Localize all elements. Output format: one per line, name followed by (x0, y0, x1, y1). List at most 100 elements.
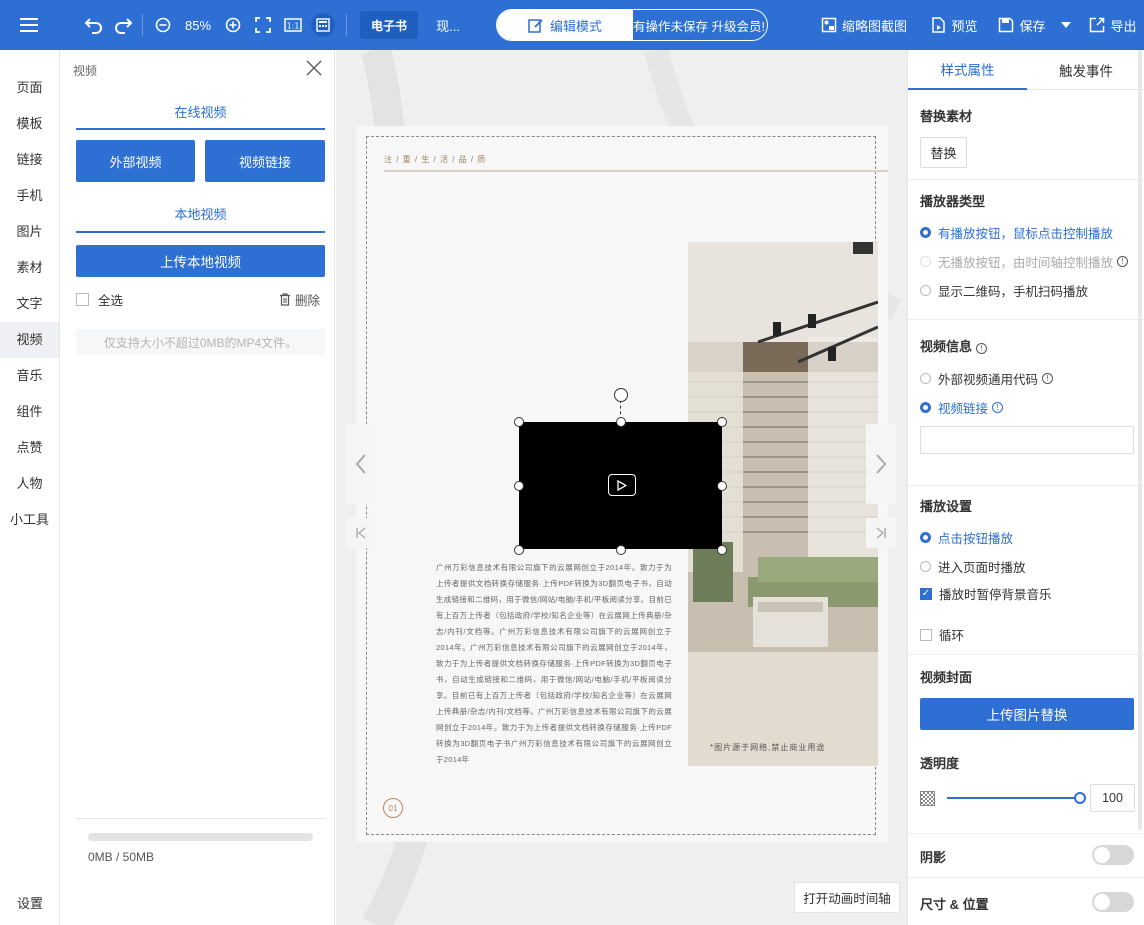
menu-icon[interactable] (0, 0, 60, 50)
svg-text:1:1: 1:1 (287, 22, 300, 31)
storage-bar (88, 833, 313, 841)
top-toolbar: 85% 1:1 电子书 现... 编辑模式 有操作未保存 升级会员! 缩略图截图… (0, 0, 1144, 50)
save-dropdown-icon[interactable] (1056, 0, 1076, 50)
resize-handle-e[interactable] (717, 481, 727, 491)
calculator-icon[interactable] (310, 0, 336, 50)
nav-music[interactable]: 音乐 (0, 358, 59, 394)
info-icon[interactable]: ! (976, 343, 988, 354)
tab-ebook[interactable]: 电子书 (360, 11, 418, 39)
checkbox-box[interactable] (920, 628, 932, 641)
nav-image[interactable]: 图片 (0, 214, 59, 250)
nav-page[interactable]: 页面 (0, 70, 59, 106)
resize-handle-n[interactable] (616, 417, 626, 427)
video-link-input[interactable] (920, 426, 1134, 454)
shadow-title: 阴影 (920, 850, 947, 865)
thumbnail-button[interactable]: 缩略图截图 (818, 0, 910, 50)
page-header: 注 / 重 / 生 / 活 / 品 / 质 (384, 155, 487, 164)
zoom-in-icon[interactable] (222, 0, 244, 50)
fullscreen-icon[interactable] (252, 0, 274, 50)
player-type-option-button[interactable]: 有播放按钮，鼠标点击控制播放 (920, 223, 1113, 242)
tab-local-video[interactable]: 本地视频 (76, 204, 325, 223)
radio-unselected[interactable] (920, 285, 931, 296)
zoom-out-icon[interactable] (152, 0, 174, 50)
video-info-option-code[interactable]: 外部视频通用代码! (920, 369, 1054, 388)
play-opt2-label: 进入页面时播放 (938, 561, 1026, 575)
next-page-arrow[interactable] (866, 424, 896, 504)
shadow-toggle[interactable] (1092, 845, 1134, 865)
replace-material-title: 替换素材 (920, 109, 973, 124)
nav-tools[interactable]: 小工具 (0, 502, 59, 538)
video-info-option-link[interactable]: 视频链接! (920, 398, 1004, 417)
upload-local-video-button[interactable]: 上传本地视频 (76, 245, 325, 277)
first-page-arrow[interactable] (346, 518, 376, 548)
radio-unselected[interactable] (920, 561, 931, 572)
external-video-button[interactable]: 外部视频 (76, 140, 195, 182)
replace-button[interactable]: 替换 (920, 137, 967, 168)
animation-timeline-button[interactable]: 打开动画时间轴 (794, 882, 900, 913)
checkmark-icon[interactable]: ✓ (920, 587, 932, 600)
radio-unselected[interactable] (920, 373, 931, 384)
checkbox-box[interactable] (76, 293, 89, 306)
upgrade-marquee[interactable]: 有操作未保存 升级会员! (633, 10, 767, 40)
opacity-title: 透明度 (920, 756, 960, 771)
upload-hint: 仅支持大小不超过0MB的MP4文件。 (76, 329, 325, 355)
resize-handle-s[interactable] (616, 545, 626, 555)
save-button[interactable]: 保存 (996, 0, 1048, 50)
pause-bgm-checkbox[interactable]: ✓ 播放时暂停背景音乐 (920, 584, 1052, 603)
undo-icon[interactable] (82, 0, 106, 50)
size-position-toggle[interactable] (1092, 892, 1134, 912)
nav-template[interactable]: 模板 (0, 106, 59, 142)
info-icon[interactable]: ! (1042, 373, 1054, 384)
nav-like[interactable]: 点赞 (0, 430, 59, 466)
nav-component[interactable]: 组件 (0, 394, 59, 430)
tab-style-properties[interactable]: 样式属性 (908, 50, 1027, 90)
opacity-value-input[interactable]: 100 (1090, 784, 1135, 812)
mode-switch[interactable]: 编辑模式 有操作未保存 升级会员! (496, 9, 768, 41)
play-icon[interactable] (608, 474, 636, 496)
redo-icon[interactable] (111, 0, 135, 50)
export-button[interactable]: 导出 (1086, 0, 1140, 50)
resize-handle-sw[interactable] (514, 545, 524, 555)
play-option-enter-page[interactable]: 进入页面时播放 (920, 557, 1026, 576)
nav-settings[interactable]: 设置 (0, 886, 60, 922)
tab-trigger-events[interactable]: 触发事件 (1027, 50, 1144, 90)
transparency-icon (920, 791, 935, 806)
resize-handle-w[interactable] (514, 481, 524, 491)
select-all-checkbox[interactable]: 全选 (76, 290, 123, 309)
close-icon[interactable] (305, 59, 323, 77)
play-option-click[interactable]: 点击按钮播放 (920, 528, 1013, 547)
nav-text[interactable]: 文字 (0, 286, 59, 322)
loop-checkbox[interactable]: 循环 (920, 625, 964, 644)
preview-button[interactable]: 预览 (926, 0, 982, 50)
nav-phone[interactable]: 手机 (0, 178, 59, 214)
nav-character[interactable]: 人物 (0, 466, 59, 502)
actual-size-icon[interactable]: 1:1 (282, 0, 304, 50)
video-element[interactable] (519, 422, 722, 549)
page-body-text[interactable]: 广州万彩信息技术有限公司旗下的云展网创立于2014年。致力于为上传者提供文档转换… (436, 560, 672, 768)
radio-selected[interactable] (920, 402, 931, 413)
upload-cover-button[interactable]: 上传图片替换 (920, 698, 1134, 730)
tab-online-video[interactable]: 在线视频 (76, 102, 325, 121)
video-link-button[interactable]: 视频链接 (205, 140, 325, 182)
info-icon[interactable]: ! (1117, 256, 1129, 267)
info-icon[interactable]: ! (992, 402, 1004, 413)
nav-link[interactable]: 链接 (0, 142, 59, 178)
prev-page-arrow[interactable] (346, 424, 376, 504)
nav-material[interactable]: 素材 (0, 250, 59, 286)
last-page-arrow[interactable] (866, 518, 896, 548)
edit-mode-button[interactable]: 编辑模式 (497, 10, 633, 40)
radio-selected[interactable] (920, 532, 931, 543)
tab-current[interactable]: 现... (426, 0, 470, 50)
player-type-option-qrcode[interactable]: 显示二维码，手机扫码播放 (920, 281, 1088, 300)
opacity-slider-track[interactable] (947, 797, 1081, 799)
resize-handle-nw[interactable] (514, 417, 524, 427)
nav-video[interactable]: 视频 (0, 322, 59, 358)
resize-handle-ne[interactable] (717, 417, 727, 427)
resize-handle-se[interactable] (717, 545, 727, 555)
opacity-slider-handle[interactable] (1074, 792, 1086, 804)
radio-selected[interactable] (920, 227, 931, 238)
rotate-handle[interactable] (614, 388, 628, 402)
delete-button[interactable]: 删除 (279, 290, 320, 309)
save-label: 保存 (1019, 18, 1046, 34)
panel-scrollbar[interactable] (1138, 50, 1142, 830)
